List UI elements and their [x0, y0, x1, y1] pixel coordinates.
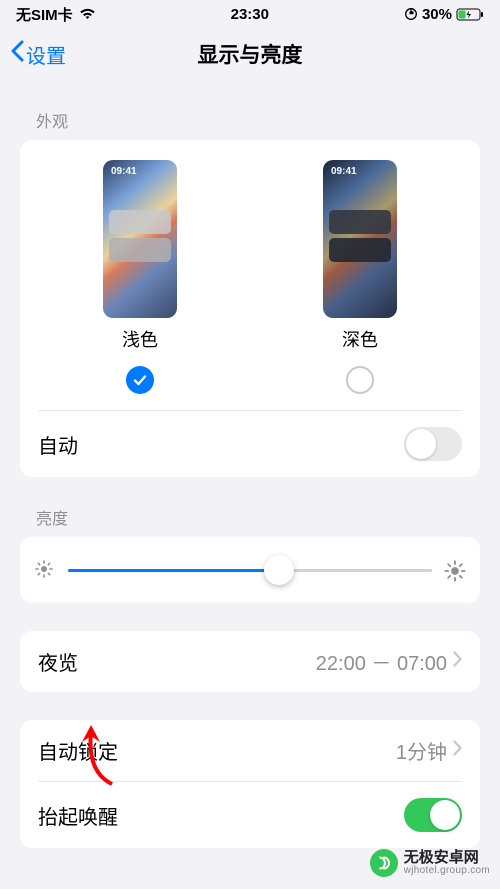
brightness-slider[interactable] [68, 555, 432, 585]
appearance-dark-option[interactable]: 09:41 深色 [323, 160, 397, 404]
status-time: 23:30 [231, 6, 269, 23]
auto-lock-row[interactable]: 自动锁定 1分钟 [20, 720, 480, 781]
watermark-url: wjhotel.group.com [404, 866, 490, 877]
auto-appearance-row[interactable]: 自动 [20, 411, 480, 477]
auto-toggle[interactable] [404, 427, 462, 461]
auto-label: 自动 [38, 430, 78, 459]
night-shift-card: 夜览 22:00 － 07:00 [20, 631, 480, 692]
light-preview: 09:41 [103, 160, 177, 318]
raise-to-wake-label: 抬起唤醒 [38, 801, 118, 830]
chevron-right-icon [453, 650, 462, 673]
brightness-header: 亮度 [0, 477, 500, 537]
battery-percent: 30% [422, 6, 452, 23]
preview-widget [329, 210, 391, 234]
status-bar: 无SIM卡 23:30 30% [0, 0, 500, 28]
wifi-icon [79, 8, 96, 20]
preview-time: 09:41 [111, 166, 137, 177]
check-icon [132, 372, 148, 388]
sun-large-icon [444, 559, 466, 581]
sun-small-icon [34, 559, 56, 581]
appearance-header: 外观 [0, 80, 500, 140]
watermark-title: 无极安卓网 [404, 850, 490, 866]
back-label: 设置 [26, 40, 66, 69]
night-shift-label: 夜览 [38, 647, 78, 676]
night-shift-row[interactable]: 夜览 22:00 － 07:00 [20, 631, 480, 692]
appearance-light-option[interactable]: 09:41 浅色 [103, 160, 177, 404]
auto-lock-label: 自动锁定 [38, 736, 118, 765]
night-shift-value: 22:00 － 07:00 [316, 647, 447, 676]
lock-card: 自动锁定 1分钟 抬起唤醒 [20, 720, 480, 848]
dark-preview: 09:41 [323, 160, 397, 318]
light-label: 浅色 [122, 326, 158, 352]
watermark-logo-icon [370, 849, 398, 877]
auto-lock-value: 1分钟 [396, 736, 447, 765]
chevron-left-icon [10, 40, 24, 68]
raise-to-wake-toggle[interactable] [404, 798, 462, 832]
dark-label: 深色 [342, 326, 378, 352]
chevron-right-icon [453, 739, 462, 762]
appearance-card: 09:41 浅色 09:41 深色 自动 [20, 140, 480, 477]
nav-bar: 设置 显示与亮度 [0, 28, 500, 80]
light-radio[interactable] [126, 366, 154, 394]
carrier-text: 无SIM卡 [16, 4, 73, 25]
preview-widget [109, 210, 171, 234]
raise-to-wake-row[interactable]: 抬起唤醒 [20, 782, 480, 848]
watermark: 无极安卓网 wjhotel.group.com [370, 849, 490, 877]
brightness-card [20, 537, 480, 603]
page-title: 显示与亮度 [198, 39, 303, 69]
preview-widget [329, 238, 391, 262]
dark-radio[interactable] [346, 366, 374, 394]
back-button[interactable]: 设置 [10, 40, 66, 69]
preview-widget [109, 238, 171, 262]
rotation-lock-icon [404, 7, 418, 21]
preview-time: 09:41 [331, 166, 357, 177]
battery-icon [456, 8, 484, 21]
